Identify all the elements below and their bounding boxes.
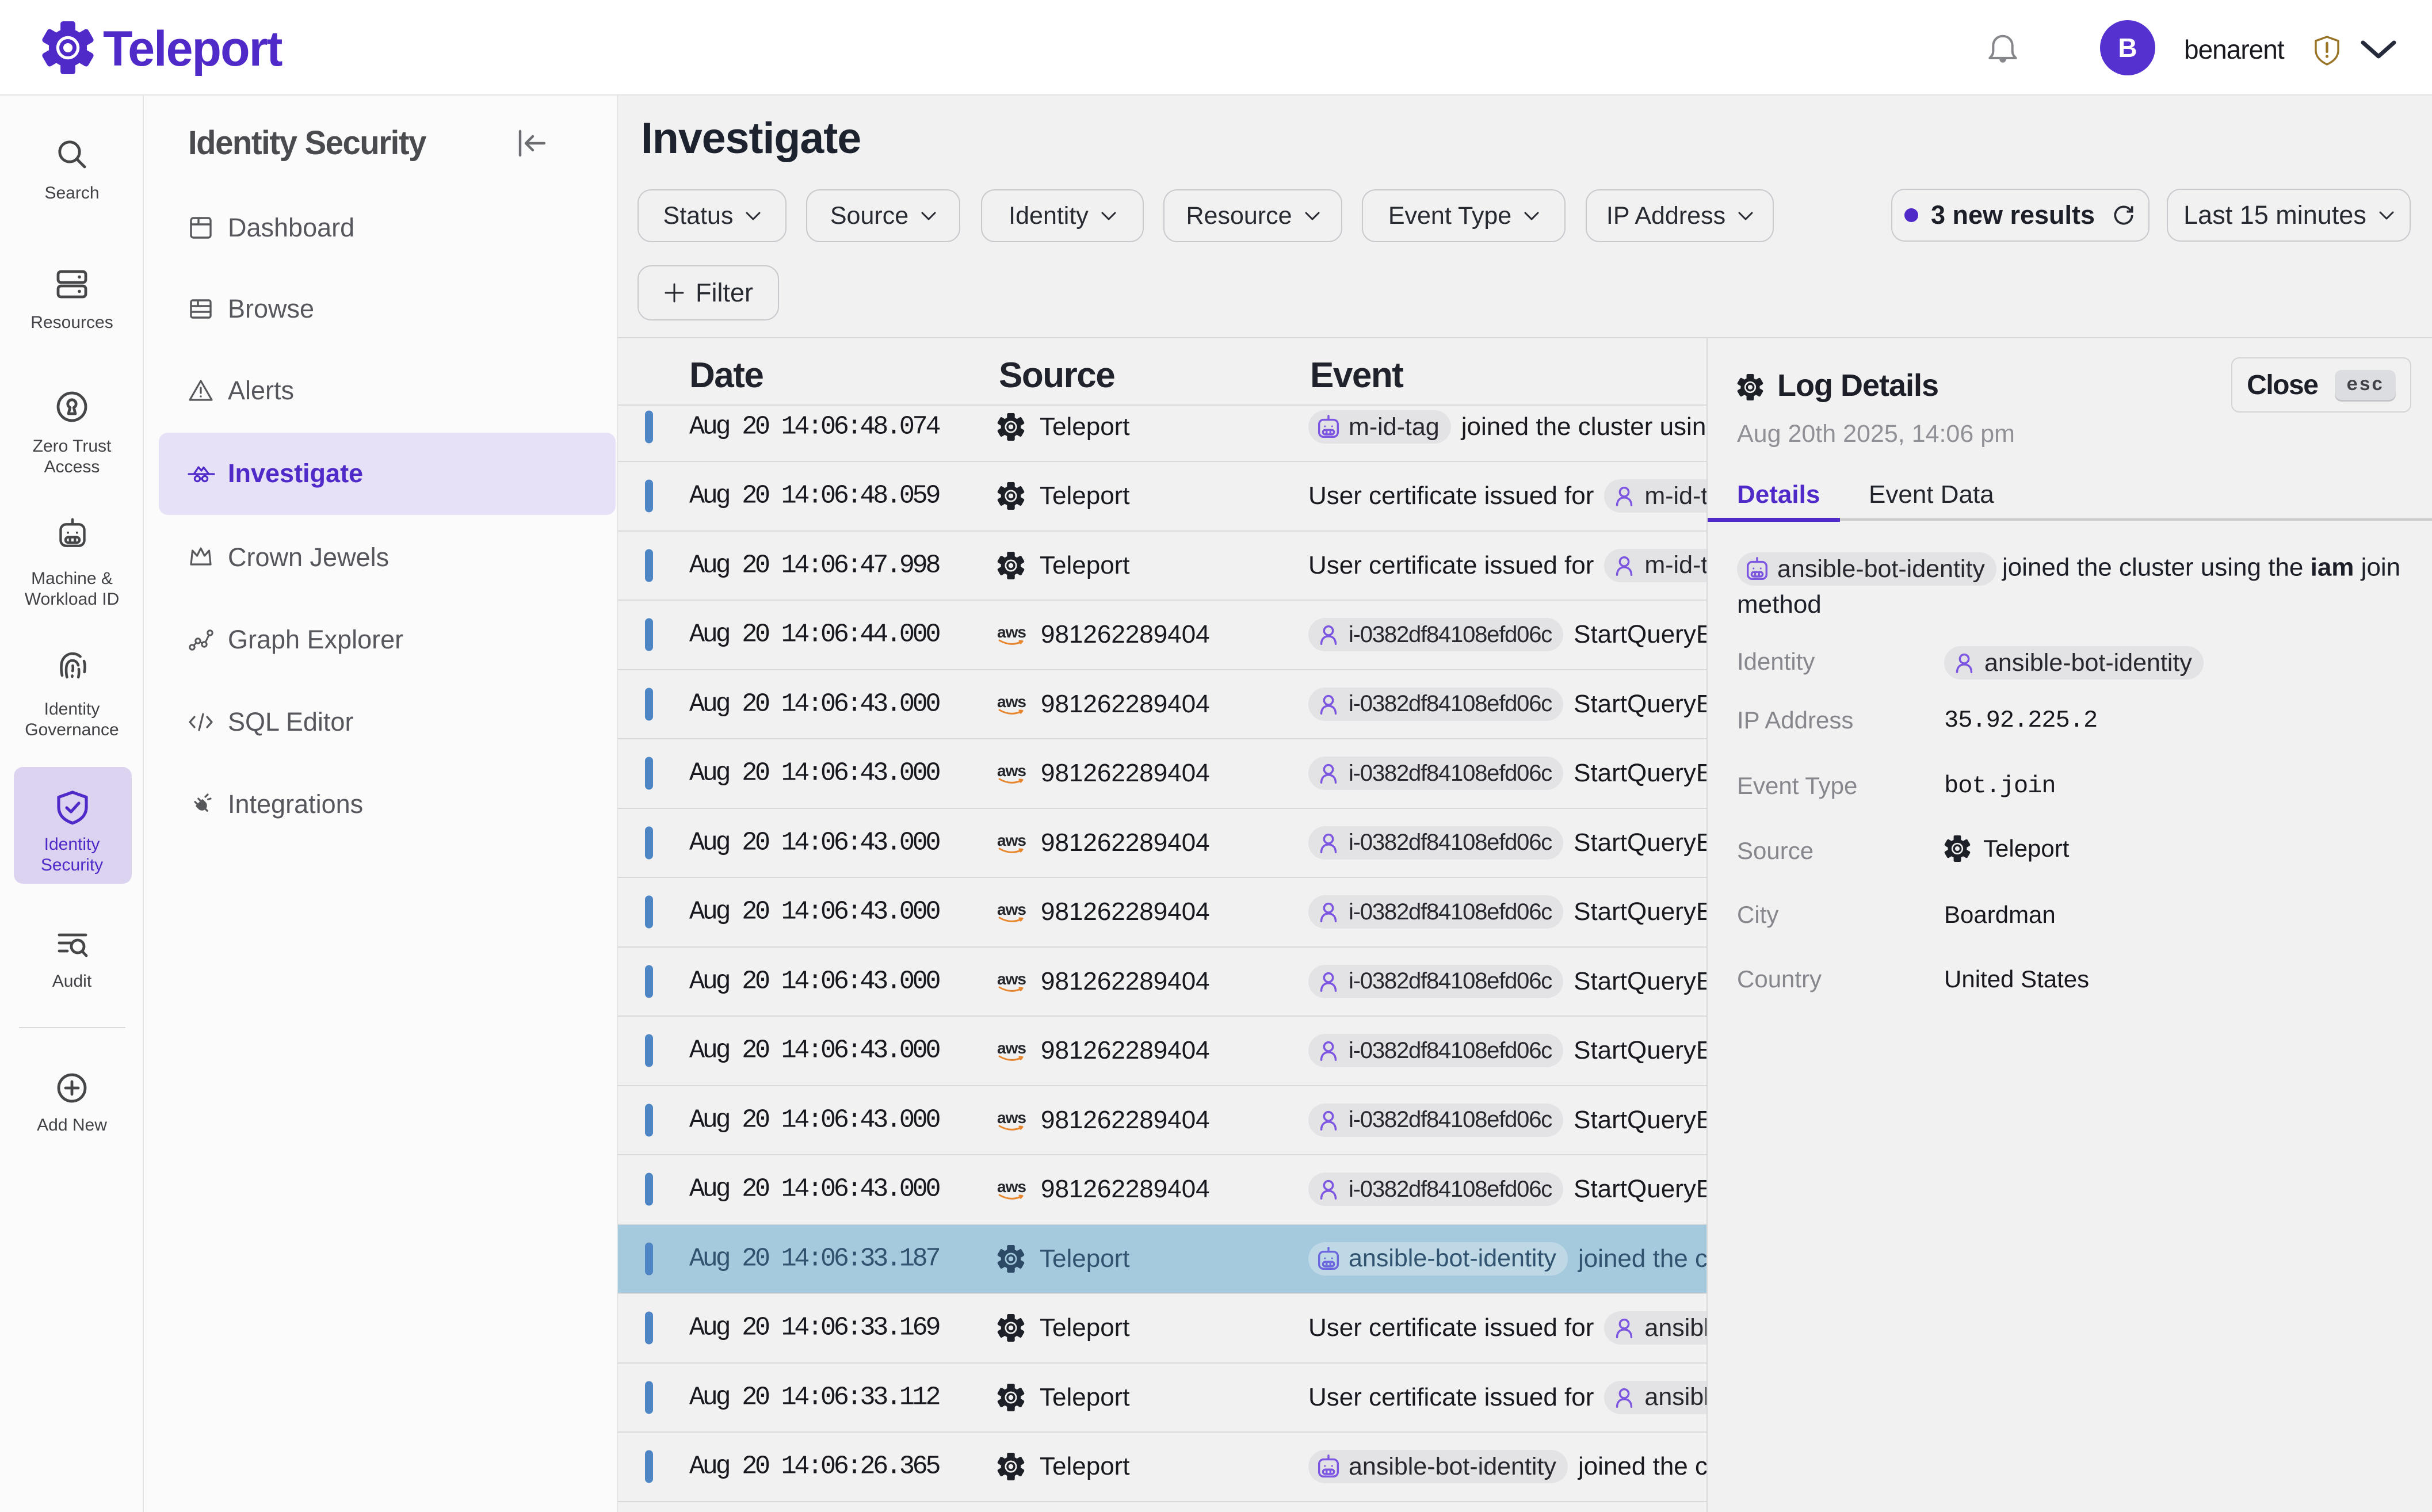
svg-text:aws: aws [997,970,1026,988]
svg-text:aws: aws [997,762,1026,780]
svg-text:aws: aws [997,623,1026,641]
svg-text:aws: aws [997,1109,1026,1127]
svg-text:aws: aws [997,900,1026,918]
svg-text:aws: aws [997,693,1026,711]
svg-text:aws: aws [997,1178,1026,1196]
svg-text:aws: aws [997,1039,1026,1057]
svg-text:aws: aws [997,831,1026,849]
